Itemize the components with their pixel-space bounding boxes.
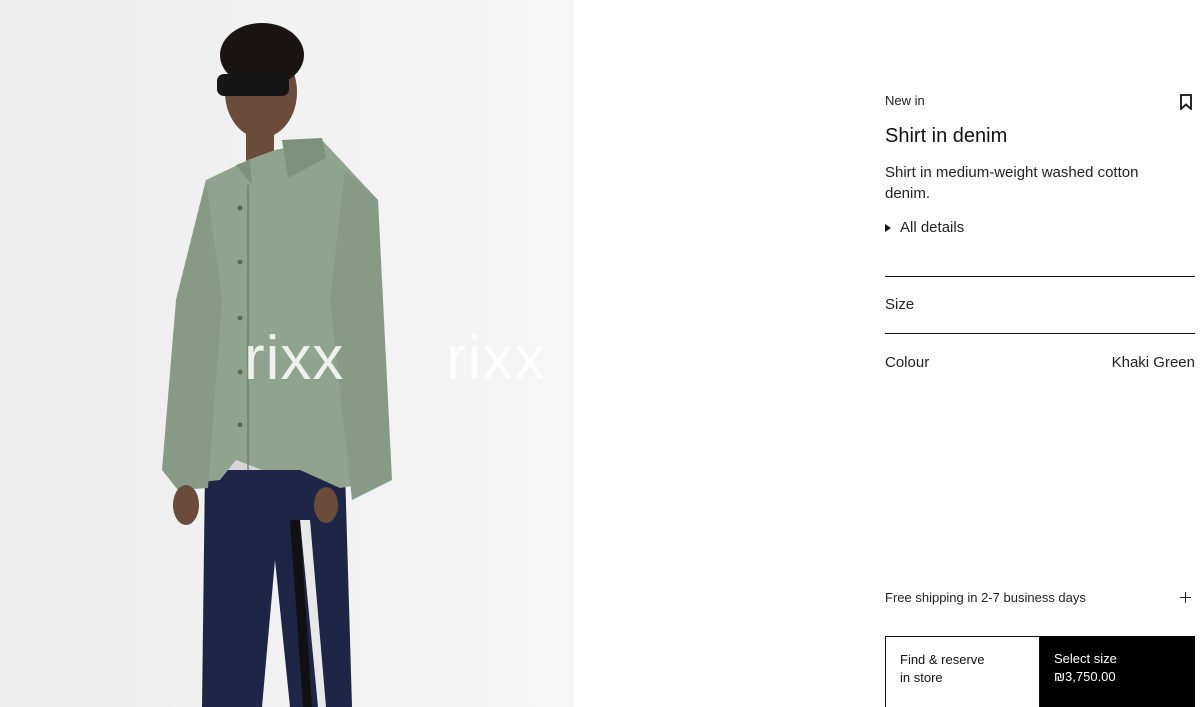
select-size-label: Select size: [1054, 651, 1117, 666]
find-reserve-button[interactable]: Find & reserve in store: [885, 636, 1040, 707]
plus-icon[interactable]: [1180, 592, 1191, 603]
colour-value: Khaki Green: [1111, 354, 1195, 371]
find-reserve-line2: in store: [900, 670, 943, 685]
all-details-label: All details: [900, 219, 965, 236]
select-size-button[interactable]: Select size ₪3,750.00: [1040, 636, 1195, 707]
find-reserve-line1: Find & reserve: [900, 652, 985, 667]
watermark-text: rixx: [446, 324, 547, 393]
product-info-panel: New in Shirt in denim Shirt in medium-we…: [885, 0, 1195, 707]
product-title: Shirt in denim: [885, 125, 1008, 147]
triangle-right-icon: [885, 223, 891, 232]
divider: [885, 276, 1195, 277]
new-in-badge: New in: [885, 93, 925, 108]
watermark-text: rixx: [244, 324, 345, 393]
product-image[interactable]: rixx rixx: [0, 0, 574, 707]
all-details-toggle[interactable]: All details: [885, 219, 964, 236]
bookmark-icon[interactable]: [1179, 94, 1193, 110]
price: ₪3,750.00: [1054, 669, 1116, 684]
product-description: Shirt in medium-weight washed cotton den…: [885, 164, 1139, 202]
size-selector[interactable]: Size: [885, 296, 914, 313]
divider: [885, 333, 1195, 334]
colour-label: Colour: [885, 354, 930, 371]
free-shipping-info[interactable]: Free shipping in 2-7 business days: [885, 590, 1086, 605]
